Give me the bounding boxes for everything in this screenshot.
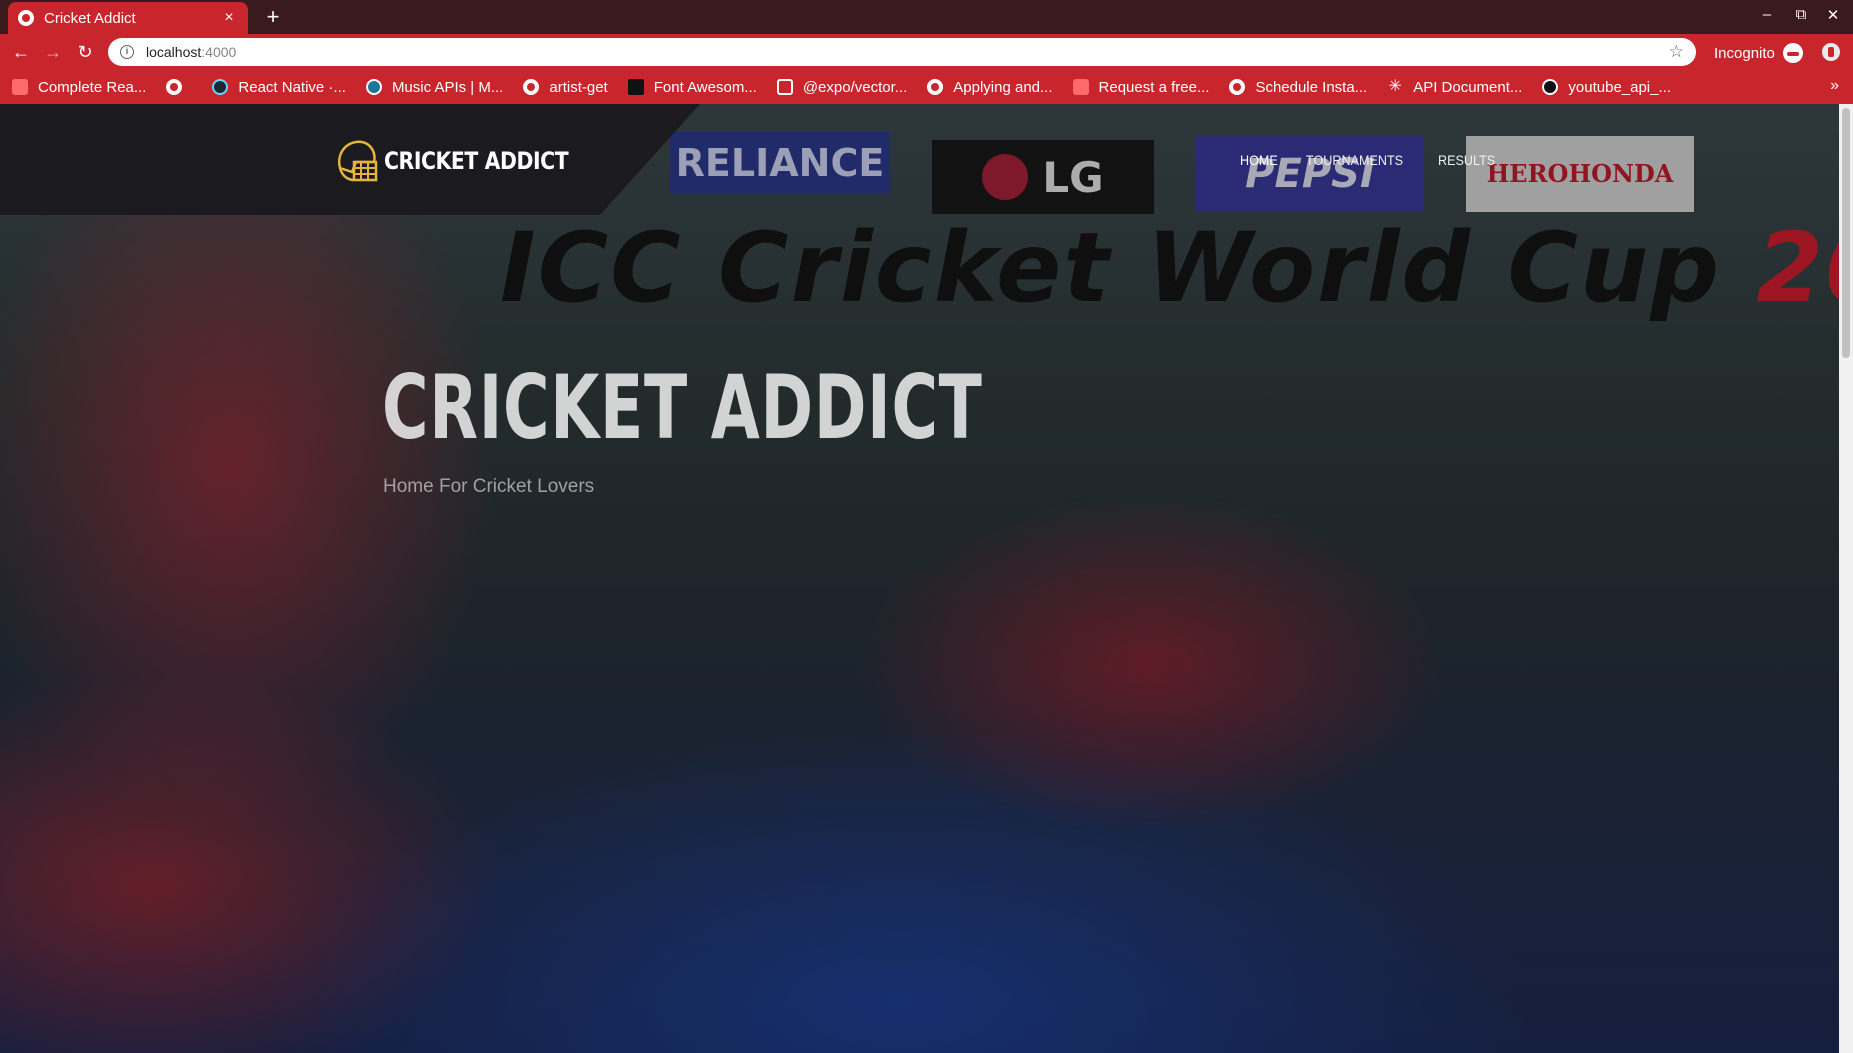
react-icon	[212, 79, 229, 95]
bookmark-item[interactable]: Complete Rea...	[12, 79, 146, 96]
scrollbar-thumb[interactable]	[1842, 108, 1850, 358]
incognito-indicator[interactable]: Incognito	[1714, 43, 1803, 63]
cricket-helmet-icon	[337, 140, 378, 182]
bookmark-label: Font Awesom...	[653, 78, 757, 96]
nav-home[interactable]: Home	[1240, 152, 1278, 168]
bookmark-item[interactable]: youtube_api_...	[1542, 79, 1671, 96]
globe-icon	[18, 10, 34, 26]
hero-overlay	[0, 104, 1839, 1053]
tab-title: Cricket Addict	[44, 9, 136, 27]
bookmark-label: artist-get	[549, 78, 608, 96]
red-brand-icon	[1072, 79, 1089, 95]
bookmark-item[interactable]	[166, 79, 192, 95]
bookmark-star-icon[interactable]: ☆	[1669, 42, 1684, 62]
hero-section: RELIANCE LG PEPSI HERO HONDA ICC Cricket …	[0, 104, 1839, 1053]
bookmark-item[interactable]: Request a free...	[1072, 78, 1210, 96]
expo-icon	[776, 79, 793, 95]
bookmark-label: @expo/vector...	[802, 78, 908, 96]
address-bar[interactable]: i localhost :4000 ☆	[108, 38, 1696, 66]
new-tab-button[interactable]: +	[260, 4, 286, 30]
hero-subtitle: Home For Cricket Lovers	[383, 476, 595, 497]
url-port: :4000	[201, 44, 237, 60]
github-icon	[1542, 79, 1559, 95]
bookmark-item[interactable]: Font Awesom...	[627, 78, 757, 96]
page-viewport: RELIANCE LG PEPSI HERO HONDA ICC Cricket …	[0, 104, 1853, 1053]
browser-tab-active[interactable]: Cricket Addict ×	[8, 2, 248, 34]
nav-tournaments[interactable]: Tournaments	[1306, 152, 1403, 168]
tab-close-icon[interactable]: ×	[220, 9, 238, 27]
bookmark-item[interactable]: @expo/vector...	[776, 78, 908, 96]
flag-icon	[627, 79, 644, 95]
page-scrollbar[interactable]	[1839, 104, 1853, 1053]
bookmark-label: Applying and...	[953, 78, 1053, 96]
bookmark-label: youtube_api_...	[1568, 78, 1671, 96]
logo-text: CRICKET ADDICT	[384, 147, 569, 175]
bookmark-label: API Document...	[1413, 78, 1523, 96]
asterisk-icon: ✳	[1388, 78, 1402, 95]
bookmark-label: Schedule Insta...	[1255, 78, 1368, 96]
globe-icon	[927, 79, 944, 95]
main-nav: Home Tournaments Results	[1240, 152, 1525, 168]
url-host: localhost	[146, 44, 202, 60]
forward-button[interactable]: →	[42, 41, 64, 63]
bookmark-item[interactable]: artist-get	[523, 78, 608, 96]
red-brand-icon	[12, 79, 28, 95]
bookmark-label: Request a free...	[1098, 78, 1210, 96]
bookmark-item[interactable]: React Native ·...	[212, 79, 346, 96]
reload-button[interactable]: ↻	[74, 41, 96, 63]
bookmark-label: React Native ·...	[238, 78, 346, 96]
close-window-button[interactable]: ✕	[1822, 6, 1844, 24]
browser-toolbar: ← → ↻ i localhost :4000 ☆ Incognito	[0, 34, 1853, 70]
site-logo[interactable]: CRICKET ADDICT	[334, 138, 601, 184]
incognito-label: Incognito	[1714, 44, 1775, 62]
bookmark-item[interactable]: ✳ API Document...	[1387, 79, 1522, 96]
minimize-button[interactable]: –	[1756, 6, 1778, 23]
bookmark-item[interactable]: Schedule Insta...	[1229, 79, 1367, 96]
globe-icon	[1229, 79, 1246, 95]
bookmark-label: Complete Rea...	[38, 78, 147, 96]
bookmark-label: Music APIs | M...	[391, 78, 504, 96]
bookmark-item[interactable]: Music APIs | M...	[365, 78, 504, 96]
bookmarks-overflow-icon[interactable]: »	[1830, 77, 1839, 95]
globe-icon	[166, 79, 183, 95]
back-button[interactable]: ←	[10, 41, 32, 63]
browser-menu-icon[interactable]	[1822, 43, 1840, 61]
nav-results[interactable]: Results	[1438, 152, 1495, 168]
hero-title: CRICKET ADDICT	[382, 356, 983, 459]
tab-strip: Cricket Addict × + – ⧉ ✕	[0, 0, 1853, 34]
restore-button[interactable]: ⧉	[1790, 6, 1812, 23]
bookmark-item[interactable]: Applying and...	[927, 78, 1053, 96]
site-info-icon[interactable]: i	[120, 45, 134, 59]
wordpress-icon	[365, 79, 382, 95]
globe-icon	[523, 79, 540, 95]
incognito-icon	[1782, 43, 1803, 63]
bookmarks-bar: Complete Rea... React Native ·... Music …	[0, 70, 1853, 104]
